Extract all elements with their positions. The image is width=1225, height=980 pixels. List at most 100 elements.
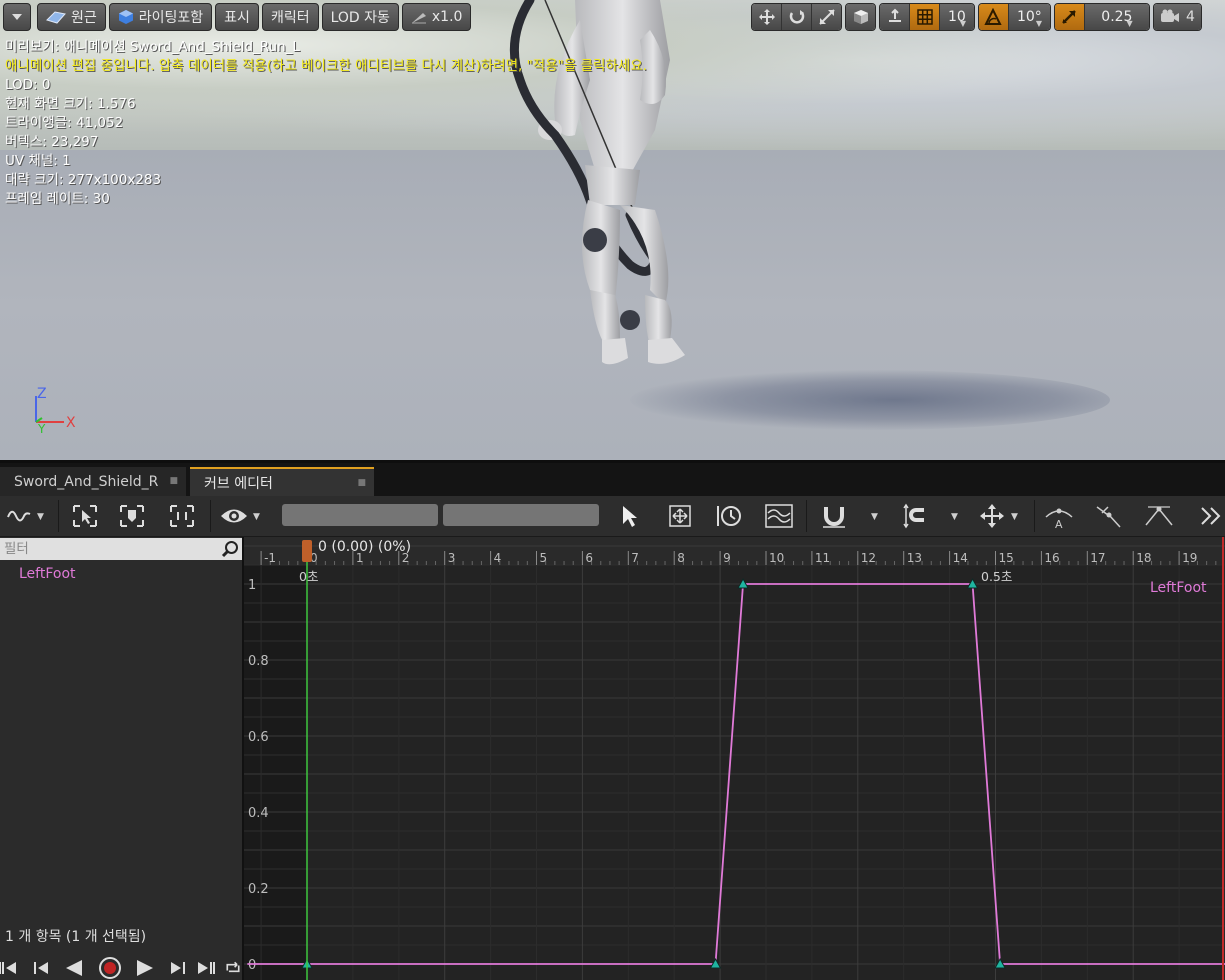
step-forward-icon — [171, 962, 185, 974]
axis-gizmo: Z Y X — [35, 386, 76, 435]
grid-icon — [916, 9, 933, 25]
axis-y-label: Y — [37, 422, 46, 435]
frame-tick-label: 6 — [585, 551, 593, 565]
pre-range-region — [244, 565, 307, 980]
scale-snap-toggle[interactable] — [1054, 4, 1085, 30]
bracket-frame-icon — [170, 505, 194, 527]
frame-all-button[interactable] — [70, 502, 100, 530]
close-icon[interactable]: ■ — [169, 476, 178, 486]
curve-view-mode-button[interactable] — [4, 502, 34, 530]
chevron-down-icon[interactable]: ▼ — [37, 512, 44, 522]
playback-speed-button[interactable]: x1.0 — [401, 3, 472, 31]
viewport-options-button[interactable] — [3, 3, 31, 31]
magnet-icon — [823, 507, 845, 528]
snap-time-button[interactable] — [900, 502, 930, 530]
translate-mode-button[interactable] — [752, 4, 782, 30]
character-label: 캐릭터 — [270, 10, 310, 26]
rotation-snap-value[interactable]: 10° ▼ — [1008, 4, 1050, 30]
character-button[interactable]: 캐릭터 — [261, 3, 319, 31]
linear-tangent-button[interactable] — [1144, 502, 1174, 530]
lighting-mode-label: 라이팅포함 — [138, 10, 204, 26]
tangent-linear-icon — [1145, 506, 1173, 526]
play-reverse-icon — [66, 960, 82, 976]
transform-icon — [669, 505, 691, 527]
lit-cube-icon — [118, 10, 133, 24]
frame-horizontal-button[interactable] — [167, 502, 197, 530]
value-tick-label: 1 — [248, 578, 256, 593]
lighting-mode-button[interactable]: 라이팅포함 — [108, 3, 213, 31]
rotate-mode-button[interactable] — [782, 4, 812, 30]
frame-tick-label: 11 — [815, 551, 830, 565]
scale-snap-value[interactable]: 0.25 ▼ — [1084, 4, 1149, 30]
grid-snap-value[interactable]: 10 ▼ — [940, 4, 974, 30]
transform-tool-button[interactable] — [665, 502, 695, 530]
search-icon[interactable] — [221, 540, 239, 558]
perspective-button[interactable]: 원근 — [37, 3, 106, 31]
play-reverse-button[interactable] — [60, 957, 88, 979]
key-value-field[interactable] — [443, 504, 599, 526]
auto-tangent-button[interactable]: A — [1044, 502, 1074, 530]
loop-button[interactable] — [224, 957, 242, 979]
frame-tick-label: 12 — [861, 551, 876, 565]
chevron-down-icon[interactable]: ▼ — [951, 512, 958, 522]
grid-snap-toggle[interactable] — [910, 4, 940, 30]
show-button[interactable]: 표시 — [215, 3, 259, 31]
camera-icon — [1160, 9, 1179, 22]
key-frame-icon — [120, 505, 144, 527]
select-frame-icon — [73, 505, 97, 527]
frame-tick-label: 18 — [1136, 551, 1151, 565]
lod-button[interactable]: LOD 자동 — [321, 3, 399, 31]
curve-list-item-leftfoot[interactable]: LeftFoot — [19, 566, 76, 582]
visibility-button[interactable] — [219, 502, 249, 530]
tab-curve-editor[interactable]: 커브 에디터 ■ — [190, 467, 374, 497]
snap-value-button[interactable] — [819, 502, 849, 530]
frame-tick-label: 10 — [769, 551, 784, 565]
skip-forward-icon — [198, 962, 215, 974]
waves-icon — [765, 504, 793, 528]
cube-icon — [853, 10, 868, 24]
record-button[interactable] — [96, 957, 124, 979]
close-icon[interactable]: ■ — [357, 478, 366, 488]
rotate-icon — [789, 10, 804, 24]
previous-frame-button[interactable] — [27, 957, 55, 979]
toolbar-separator — [210, 500, 211, 532]
playhead-handle[interactable] — [302, 540, 312, 562]
move-icon — [758, 9, 775, 25]
lod-stat: LOD: 0 — [5, 77, 51, 93]
coordinate-space-group — [845, 3, 876, 31]
chevron-down-icon: ▼ — [1126, 18, 1133, 28]
frame-tick-label: 14 — [953, 551, 968, 565]
tab-animation-sequence[interactable]: Sword_And_Shield_R ■ — [0, 467, 186, 497]
frame-selection-button[interactable] — [117, 502, 147, 530]
surface-snap-button[interactable] — [880, 4, 910, 30]
vertex-count-stat: 버텍스: 23,297 — [5, 134, 99, 150]
perspective-icon — [46, 11, 66, 24]
break-tangent-button[interactable] — [1094, 502, 1124, 530]
value-tick-label: 0.6 — [248, 730, 269, 745]
time-value-field[interactable] — [282, 504, 438, 526]
chevron-down-icon[interactable]: ▼ — [253, 512, 260, 522]
filter-input[interactable]: 필터 — [0, 538, 242, 560]
chevron-down-icon[interactable]: ▼ — [1011, 512, 1018, 522]
jump-to-start-button[interactable] — [0, 957, 22, 979]
viewport[interactable]: 원근 라이팅포함 표시 캐릭터 LOD 자동 x1.0 10 ▼ 10° ▼ 0… — [0, 0, 1225, 460]
retime-tool-button[interactable] — [714, 502, 744, 530]
axis-snap-button[interactable] — [977, 502, 1007, 530]
scale-mode-button[interactable] — [812, 4, 841, 30]
screen-size-stat: 현재 화면 크기: 1.576 — [5, 96, 136, 112]
world-space-button[interactable] — [846, 4, 875, 30]
rotation-snap-toggle[interactable] — [978, 4, 1009, 30]
next-frame-button[interactable] — [164, 957, 192, 979]
curve-graph[interactable]: -1 0 1 2 3 4 5 6 7 8 9 10 11 12 13 14 15 16 17 18 19 1 0.8 0.6… — [242, 537, 1225, 980]
frame-tick-label: 16 — [1044, 551, 1059, 565]
cursor-icon — [623, 506, 637, 527]
multi-scale-tool-button[interactable] — [764, 502, 794, 530]
camera-speed-button[interactable]: 4 — [1153, 4, 1201, 30]
chevron-down-icon[interactable]: ▼ — [871, 512, 878, 522]
select-tool-button[interactable] — [614, 502, 644, 530]
toolbar-overflow-button[interactable] — [1196, 502, 1225, 530]
play-button[interactable] — [131, 957, 159, 979]
curve-graph-canvas[interactable]: -1 0 1 2 3 4 5 6 7 8 9 10 11 12 13 14 15 16 17 18 19 10.80.6… — [244, 537, 1225, 980]
jump-to-end-button[interactable] — [192, 957, 220, 979]
scale-snap-group: 0.25 ▼ — [1053, 3, 1150, 31]
